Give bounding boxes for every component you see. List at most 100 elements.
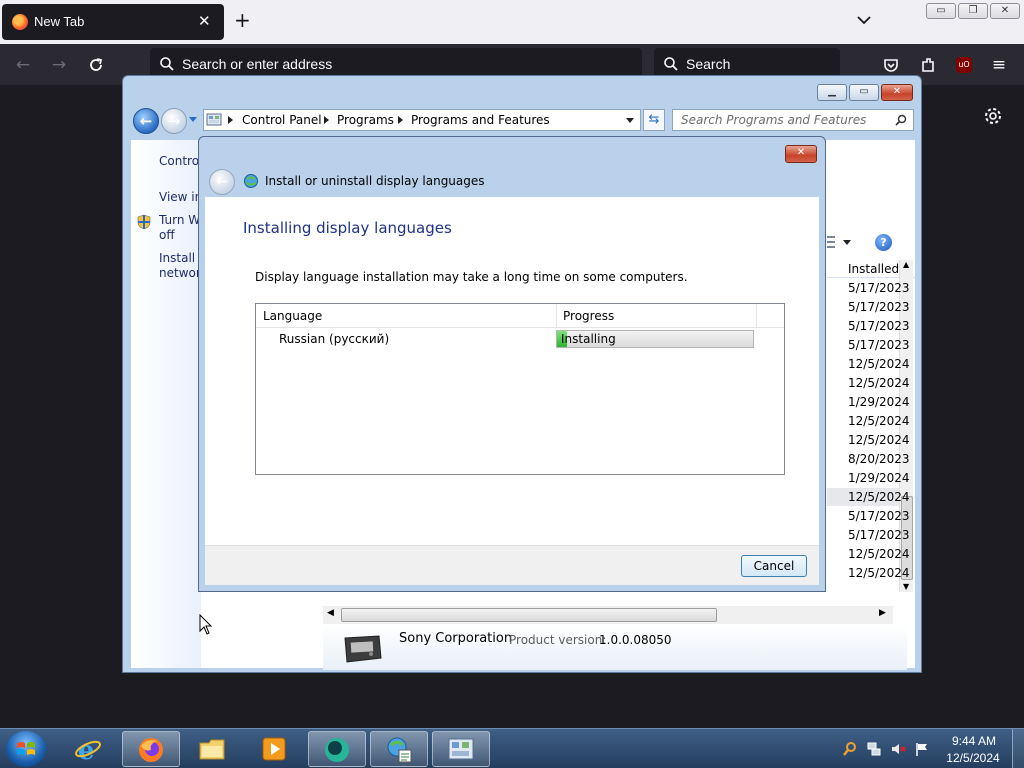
installed-on-cell[interactable]: 8/20/2023 bbox=[848, 452, 910, 466]
explorer-address-box[interactable]: Control Panel Programs Programs and Feat… bbox=[203, 109, 641, 131]
installed-on-cell[interactable]: 5/17/2023 bbox=[848, 509, 910, 523]
explorer-back-button[interactable]: ← bbox=[133, 108, 159, 134]
windows-taskbar: e 9:44 AM 12/5/2024 bbox=[0, 728, 1024, 768]
uac-shield-icon bbox=[137, 214, 151, 230]
hamburger-menu-icon[interactable]: ≡ bbox=[990, 56, 1008, 74]
forward-arrow-icon[interactable]: → bbox=[50, 56, 68, 74]
cancel-button[interactable]: Cancel bbox=[741, 555, 807, 577]
magnifier-tray-icon[interactable] bbox=[842, 741, 858, 757]
taskbar-media-player[interactable] bbox=[246, 731, 304, 767]
window-minimize-button[interactable]: ▭ bbox=[926, 3, 956, 19]
volume-muted-tray-icon[interactable] bbox=[890, 741, 906, 757]
address-dropdown-icon[interactable] bbox=[626, 118, 634, 123]
clock-time[interactable]: 9:44 AM bbox=[946, 734, 1002, 748]
product-version-value: 1.0.0.08050 bbox=[599, 633, 672, 647]
help-icon[interactable]: ? bbox=[875, 234, 892, 251]
taskbar-control-panel[interactable] bbox=[432, 731, 490, 767]
installed-on-cell[interactable]: 1/29/2024 bbox=[848, 395, 910, 409]
scroll-right-icon[interactable]: ▶ bbox=[879, 608, 886, 618]
firefox-icon bbox=[12, 14, 28, 30]
dialog-back-button[interactable]: ← bbox=[209, 169, 235, 195]
taskbar-app-green[interactable] bbox=[308, 731, 366, 767]
installed-on-cell[interactable]: 12/5/2024 bbox=[848, 433, 910, 447]
programs-search-input[interactable]: Search Programs and Features bbox=[672, 109, 914, 131]
view-options-dropdown-icon[interactable] bbox=[843, 240, 851, 245]
installed-on-cell[interactable]: 12/5/2024 bbox=[848, 547, 910, 561]
extensions-icon[interactable] bbox=[919, 56, 937, 74]
tab-close-icon[interactable]: ✕ bbox=[198, 12, 211, 30]
installed-on-cell[interactable]: 5/17/2023 bbox=[848, 319, 910, 333]
view-installed-updates-link[interactable]: View in bbox=[159, 190, 202, 205]
tab-title: New Tab bbox=[34, 14, 85, 29]
installed-on-cell[interactable]: 12/5/2024 bbox=[848, 414, 910, 428]
installed-on-cell[interactable]: 5/17/2023 bbox=[848, 300, 910, 314]
recent-pages-dropdown-icon[interactable] bbox=[189, 117, 197, 122]
installed-on-cell[interactable]: 5/17/2023 bbox=[848, 528, 910, 542]
installed-on-cell[interactable]: 12/5/2024 bbox=[848, 490, 910, 504]
show-desktop-button[interactable] bbox=[1012, 729, 1024, 768]
cp-minimize-button[interactable]: ▁ bbox=[817, 84, 847, 101]
breadcrumb-programs[interactable]: Programs bbox=[337, 113, 394, 127]
installed-on-cell[interactable]: 1/29/2024 bbox=[848, 471, 910, 485]
dialog-title: Install or uninstall display languages bbox=[265, 174, 485, 188]
start-button[interactable] bbox=[6, 731, 46, 767]
installed-on-cell[interactable]: 5/17/2023 bbox=[848, 281, 910, 295]
taskbar-internet-explorer[interactable]: e bbox=[60, 731, 118, 767]
window-close-button[interactable]: ✕ bbox=[990, 3, 1020, 19]
control-panel-home-link[interactable]: Control bbox=[159, 154, 202, 169]
column-header-progress[interactable]: Progress bbox=[563, 309, 614, 323]
breadcrumb-separator-icon[interactable] bbox=[324, 116, 329, 124]
scroll-up-icon[interactable]: ▲ bbox=[903, 260, 909, 269]
turn-windows-features-link-line2[interactable]: off bbox=[159, 228, 175, 243]
column-header-language[interactable]: Language bbox=[263, 309, 322, 323]
settings-gear-icon[interactable] bbox=[983, 106, 1003, 126]
explorer-refresh-button[interactable]: ⇆ bbox=[643, 109, 665, 131]
programs-search-placeholder: Search Programs and Features bbox=[681, 113, 867, 127]
search-icon bbox=[664, 57, 678, 71]
action-center-flag-icon[interactable] bbox=[914, 741, 930, 757]
language-globe-icon bbox=[244, 174, 258, 188]
taskbar-file-explorer[interactable] bbox=[184, 731, 242, 767]
scroll-down-icon[interactable]: ▼ bbox=[903, 582, 909, 591]
tab-new-tab[interactable]: New Tab ✕ bbox=[2, 4, 224, 40]
search-placeholder: Search bbox=[686, 56, 731, 72]
breadcrumb-separator-icon[interactable] bbox=[228, 116, 233, 124]
folder-icon bbox=[199, 739, 225, 760]
reload-icon[interactable] bbox=[87, 56, 105, 74]
chevron-down-icon[interactable] bbox=[856, 12, 872, 28]
search-icon bbox=[160, 57, 174, 71]
installation-progress-bar: Installing bbox=[556, 330, 754, 348]
clock-date[interactable]: 12/5/2024 bbox=[940, 751, 1006, 765]
installed-on-cell[interactable]: 12/5/2024 bbox=[848, 566, 910, 580]
new-tab-button[interactable]: + bbox=[234, 10, 251, 30]
installed-on-cell[interactable]: 12/5/2024 bbox=[848, 357, 910, 371]
cp-close-button[interactable]: ✕ bbox=[881, 84, 913, 101]
control-panel-icon bbox=[448, 738, 474, 760]
cp-maximize-button[interactable]: ▭ bbox=[849, 84, 879, 101]
dialog-close-button[interactable]: ✕ bbox=[785, 145, 817, 163]
taskbar-firefox[interactable] bbox=[122, 731, 180, 767]
programs-list-horizontal-scrollbar[interactable]: ◀ ▶ bbox=[323, 606, 893, 624]
installed-on-cell[interactable]: 12/5/2024 bbox=[848, 376, 910, 390]
breadcrumb-control-panel[interactable]: Control Panel bbox=[242, 113, 322, 127]
column-divider[interactable] bbox=[756, 304, 757, 327]
dialog-footer: Cancel bbox=[205, 545, 819, 585]
turn-windows-features-link-line1[interactable]: Turn W bbox=[159, 213, 200, 228]
explorer-forward-button[interactable]: → bbox=[161, 108, 187, 134]
scroll-left-icon[interactable]: ◀ bbox=[327, 608, 334, 618]
taskbar-region-language[interactable] bbox=[370, 731, 428, 767]
ublock-icon[interactable]: uO bbox=[955, 56, 973, 74]
region-language-icon bbox=[387, 737, 412, 763]
control-panel-icon bbox=[206, 113, 222, 126]
horizontal-scrollbar-thumb[interactable] bbox=[341, 608, 717, 622]
column-divider[interactable] bbox=[556, 304, 557, 327]
breadcrumb-separator-icon[interactable] bbox=[398, 116, 403, 124]
back-arrow-icon[interactable]: ← bbox=[14, 56, 32, 74]
search-icon[interactable] bbox=[895, 114, 907, 126]
dialog-header: ← Install or uninstall display languages bbox=[205, 167, 819, 197]
pocket-icon[interactable] bbox=[882, 56, 900, 74]
window-restore-button[interactable]: ❐ bbox=[958, 3, 988, 19]
breadcrumb-programs-and-features[interactable]: Programs and Features bbox=[411, 113, 550, 127]
network-tray-icon[interactable] bbox=[866, 741, 882, 757]
installed-on-cell[interactable]: 5/17/2023 bbox=[848, 338, 910, 352]
